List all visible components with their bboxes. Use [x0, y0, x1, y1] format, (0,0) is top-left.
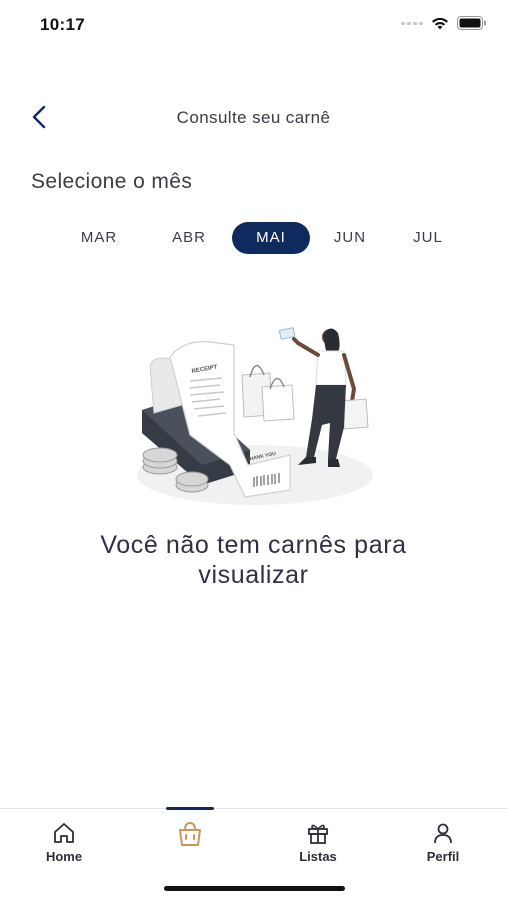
navigation-header: Consulte seu carnê — [0, 92, 507, 142]
tab-home[interactable]: Home — [19, 821, 109, 864]
empty-state-message: Você não tem carnês para visualizar — [0, 530, 507, 590]
wifi-icon — [432, 17, 448, 29]
status-icons — [401, 16, 487, 30]
tab-shopping[interactable] — [145, 821, 235, 851]
month-abr[interactable]: ABR — [150, 222, 228, 254]
month-jul[interactable]: JUL — [389, 222, 467, 254]
status-bar: 10:17 — [0, 0, 507, 52]
tab-listas-label: Listas — [299, 849, 337, 864]
month-mar[interactable]: MAR — [60, 222, 138, 254]
tab-home-label: Home — [45, 849, 83, 864]
month-selector: MAR ABR MAI JUN JUL — [60, 222, 480, 254]
shopping-bag-icon — [179, 821, 201, 846]
status-time: 10:17 — [40, 15, 85, 34]
home-icon — [54, 823, 74, 843]
empty-state-line-1: Você não tem carnês para — [100, 531, 407, 559]
tab-perfil[interactable]: Perfil — [398, 821, 488, 864]
receipt-shopping-illustration: RECEIPT THANK YOU — [137, 327, 373, 505]
battery-icon — [457, 16, 486, 30]
page-title: Consulte seu carnê — [176, 108, 331, 127]
month-jun[interactable]: JUN — [311, 222, 389, 254]
signal-icon — [401, 21, 423, 25]
month-section-label: Selecione o mês — [31, 170, 193, 193]
tab-listas[interactable]: Listas — [273, 821, 363, 864]
user-icon — [434, 823, 452, 844]
empty-state-line-2: visualizar — [198, 561, 309, 589]
tab-perfil-label: Perfil — [426, 849, 460, 864]
home-indicator — [164, 886, 345, 891]
gift-icon — [308, 824, 328, 844]
active-tab-indicator — [166, 807, 214, 810]
month-mai-selected[interactable]: MAI — [232, 222, 310, 254]
